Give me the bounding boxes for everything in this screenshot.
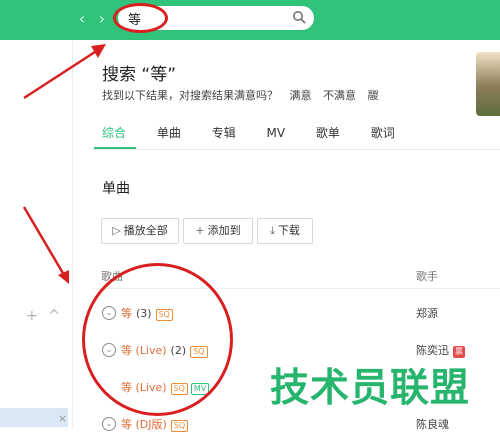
arrow-head-icon (91, 44, 106, 58)
annotation-arrow-results (22, 206, 66, 276)
annotation-arrow-search (23, 48, 99, 100)
watermark-url: www.jsgho.com (324, 402, 457, 420)
